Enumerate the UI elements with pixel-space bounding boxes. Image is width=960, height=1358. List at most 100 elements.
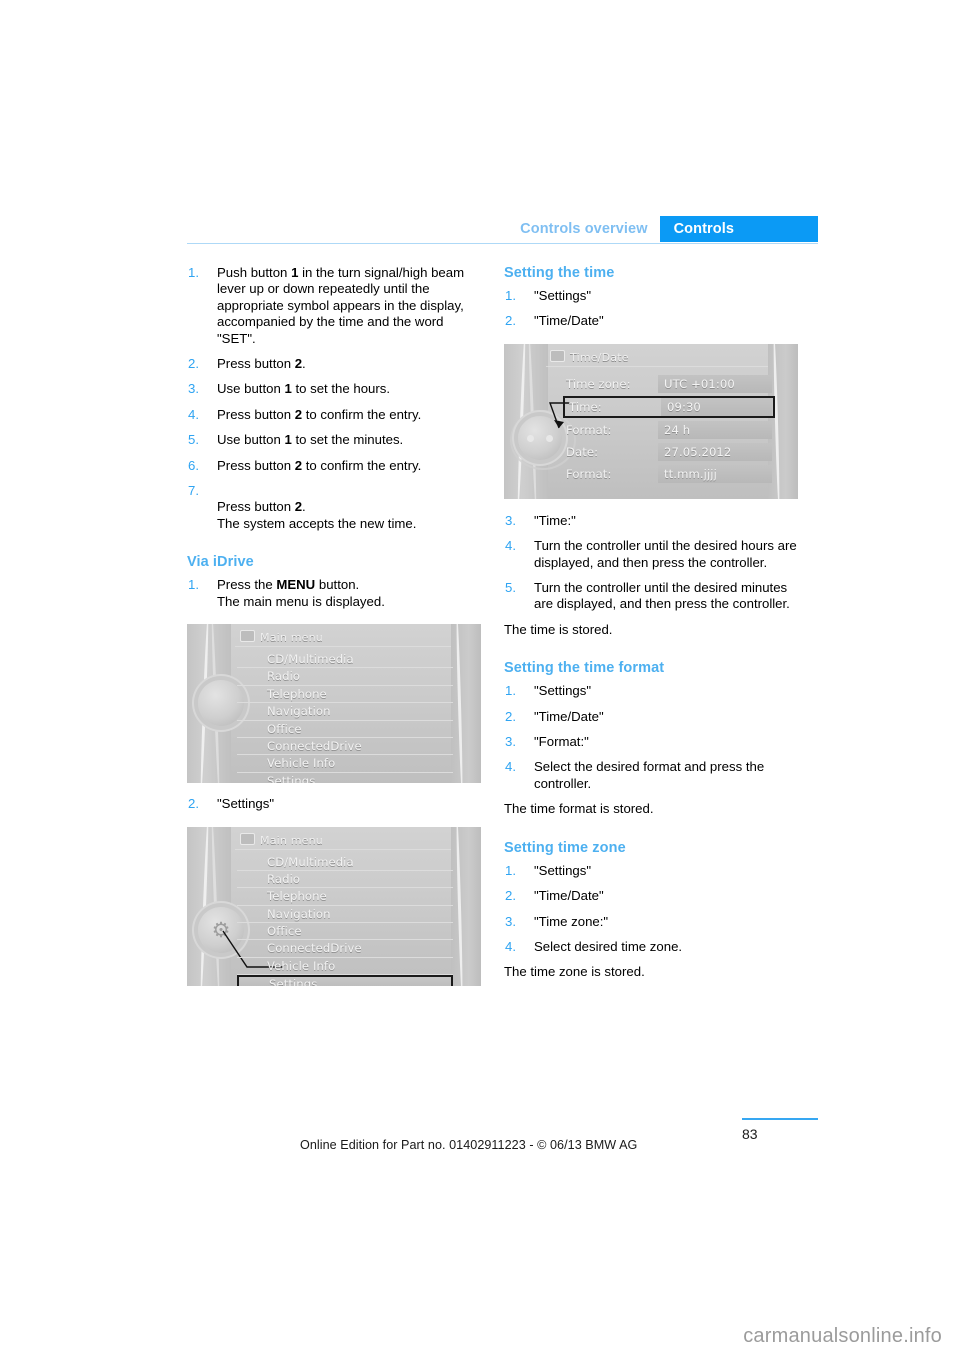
idrive-menu-item-settings-selected[interactable]: Settings xyxy=(237,975,453,986)
gear-icon: ⚙ xyxy=(211,917,231,942)
idrive-menu-list: CD/Multimedia Radio Telephone Navigation… xyxy=(237,651,453,783)
step-text: Use button xyxy=(217,432,285,448)
list-item: 6. Press button 2 to confirm the entry. xyxy=(187,458,482,474)
step-number: 3. xyxy=(188,381,199,397)
result-time-stored: The time is stored. xyxy=(504,621,613,637)
watermark: carmanualsonline.info xyxy=(743,1325,942,1347)
step-number: 4. xyxy=(505,938,516,954)
table-row[interactable]: Format: 24 h xyxy=(566,420,772,440)
step-number: 2. xyxy=(188,356,199,372)
tab-controls-overview[interactable]: Controls overview xyxy=(520,216,659,242)
list-item: 3. Use button 1 to set the hours. xyxy=(187,381,482,397)
steps-via-idrive-settings: 2. "Settings" xyxy=(187,796,482,812)
steps-setting-time-format: 1. "Settings" 2. "Time/Date" 3. "Format:" 4… xyxy=(504,683,799,792)
step-text: Press button xyxy=(217,406,295,422)
list-item: 4. Select desired time zone. xyxy=(504,939,799,955)
page-number-block: 83 xyxy=(742,1118,818,1142)
step-number: 2. xyxy=(505,313,516,329)
steps-setting-the-time-pre: 1. "Settings" 2. "Time/Date" xyxy=(504,288,799,330)
idrive-title-divider xyxy=(235,848,451,850)
row-label: Time zone: xyxy=(566,376,631,391)
idrive-menu-item[interactable]: ConnectedDrive xyxy=(237,738,453,756)
idrive-menu-item[interactable]: Radio xyxy=(237,871,453,889)
idrive-time-date-image: Time/Date Time zone: UTC +01:00 Time: 09… xyxy=(504,343,798,499)
menu-icon xyxy=(240,630,255,643)
step-bold: 1 xyxy=(284,432,292,448)
idrive-rail-left xyxy=(187,826,231,986)
step-text-post: . xyxy=(302,356,306,372)
step-text: Push button xyxy=(217,265,292,280)
step-text-post: to confirm the entry. xyxy=(302,406,422,422)
idrive-menu-item[interactable]: Office xyxy=(237,721,453,739)
table-row[interactable]: Format: tt.mm.jjjj xyxy=(566,464,772,484)
steps-setting-the-time-post: 3. "Time:" 4. Turn the controller until th… xyxy=(504,513,799,613)
result-time-zone-stored: The time zone is stored. xyxy=(504,964,645,980)
step-number: 5. xyxy=(188,432,199,448)
idrive-rail-right xyxy=(768,343,798,499)
idrive-menu-item[interactable]: Telephone xyxy=(237,686,453,704)
footer-edition-note: Online Edition for Part no. 01402911223 … xyxy=(300,1138,638,1152)
idrive-menu-item[interactable]: Navigation xyxy=(237,906,453,924)
idrive-menu-list: CD/Multimedia Radio Telephone Navigation… xyxy=(237,854,453,986)
header-divider xyxy=(187,243,818,244)
page-number-rule xyxy=(742,1118,818,1120)
idrive-menu-item[interactable]: Navigation xyxy=(237,703,453,721)
idrive-controller-knob-icon xyxy=(518,415,562,460)
step-number: 1. xyxy=(505,862,516,878)
list-item: 4. Select the desired format and press th… xyxy=(504,759,799,792)
row-label: Format: xyxy=(566,422,612,437)
idrive-menu-item[interactable]: Vehicle Info xyxy=(237,755,453,773)
step-subtext: The main menu is displayed. xyxy=(217,593,385,609)
right-column: Setting the time 1. "Settings" 2. "Time/Da… xyxy=(504,265,799,981)
step-bold: 2 xyxy=(294,406,303,422)
idrive-menu-item[interactable]: Settings xyxy=(237,773,453,783)
page-header: Controls overview Controls xyxy=(187,216,818,246)
menu-icon xyxy=(240,832,255,845)
step-text: Turn the controller until the desired mi… xyxy=(534,580,790,612)
section-title-setting-time-zone: Setting time zone xyxy=(504,839,626,856)
step-text: "Time zone:" xyxy=(534,913,609,929)
table-row[interactable]: Time zone: UTC +01:00 xyxy=(566,374,772,394)
left-column: 1. Push button 1 in the turn signal/high … xyxy=(187,265,482,986)
idrive-menu-item[interactable]: Office xyxy=(237,923,453,941)
step-text: Select the desired format and press the … xyxy=(534,759,765,791)
list-item: 7. Press button 2. The system accepts the… xyxy=(187,483,482,532)
step-bold: 2 xyxy=(294,499,303,515)
row-value: 27.05.2012 xyxy=(658,442,772,461)
step-number: 7. xyxy=(188,483,199,499)
knob-dot-right-icon xyxy=(546,434,553,442)
steps-setting-time-zone: 1. "Settings" 2. "Time/Date" 3. "Time zone:… xyxy=(504,863,799,956)
step-text-post: to set the minutes. xyxy=(291,432,404,448)
idrive-screen-title: Main menu xyxy=(240,630,323,644)
idrive-screen-title-text: Main menu xyxy=(260,833,323,847)
list-item: 5. Turn the controller until the desired … xyxy=(504,580,799,613)
step-text-post: button. xyxy=(315,577,360,593)
table-row[interactable]: Date: 27.05.2012 xyxy=(566,442,772,462)
step-number: 3. xyxy=(505,913,516,929)
idrive-menu-item[interactable]: Radio xyxy=(237,668,453,686)
list-item: 4. Press button 2 to confirm the entry. xyxy=(187,407,482,423)
step-number: 1. xyxy=(188,577,199,593)
step-number: 4. xyxy=(188,406,199,422)
idrive-menu-item[interactable]: CD/Multimedia xyxy=(237,854,453,871)
tab-controls[interactable]: Controls xyxy=(659,216,818,242)
step-text: "Format:" xyxy=(534,734,589,750)
idrive-menu-item[interactable]: ConnectedDrive xyxy=(237,940,453,958)
step-bold: 2 xyxy=(294,457,303,473)
table-row-selected[interactable]: Time: 09:30 xyxy=(563,395,775,418)
section-title-setting-the-time: Setting the time xyxy=(504,265,615,281)
idrive-screen-title-text: Main menu xyxy=(260,631,323,645)
idrive-menu-item[interactable]: CD/Multimedia xyxy=(237,651,453,669)
step-text: "Settings" xyxy=(534,683,592,699)
clock-icon xyxy=(550,349,565,362)
list-item: 5. Use button 1 to set the minutes. xyxy=(187,432,482,448)
idrive-menu-item[interactable]: Vehicle Info xyxy=(237,958,453,976)
step-text: Press the xyxy=(217,577,277,593)
page-number: 83 xyxy=(742,1126,758,1142)
step-text: "Time:" xyxy=(534,512,576,528)
step-text: Use button xyxy=(217,381,285,397)
step-number: 1. xyxy=(505,683,516,699)
step-number: 6. xyxy=(188,457,199,473)
idrive-menu-item[interactable]: Telephone xyxy=(237,888,453,906)
step-number: 1. xyxy=(188,265,199,280)
